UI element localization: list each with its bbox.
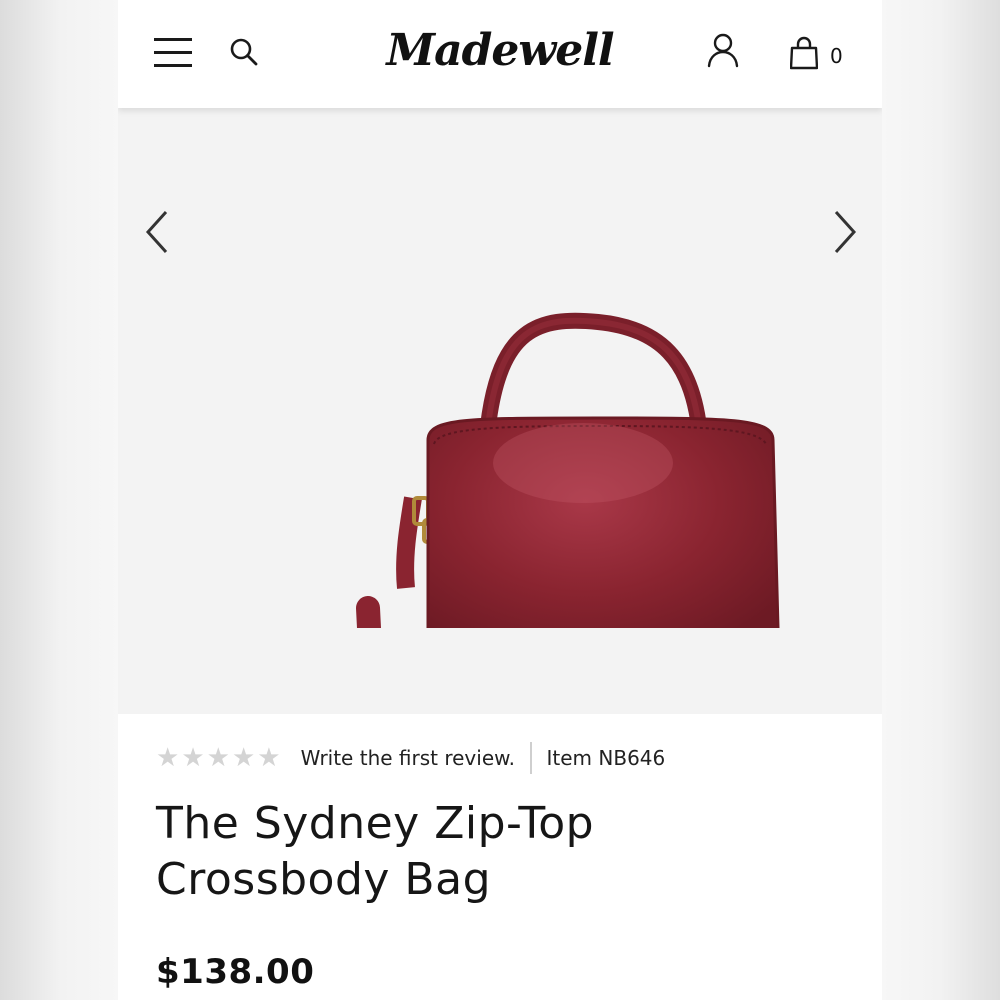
shopping-bag-icon[interactable]: [790, 36, 818, 70]
chevron-left-icon[interactable]: [142, 208, 172, 256]
star-icon: ★: [206, 743, 230, 773]
cart-count: 0: [830, 44, 843, 68]
product-image-carousel[interactable]: [118, 108, 882, 714]
product-page: Madewell 0 ★ ★ ★ ★ ★ Write the first rev…: [118, 0, 882, 1000]
divider: [530, 742, 532, 774]
star-icon: ★: [231, 743, 256, 773]
star-icon: ★: [181, 743, 205, 773]
account-icon[interactable]: [706, 32, 740, 68]
star-icon: ★: [156, 743, 180, 773]
item-number: Item NB646: [546, 746, 666, 770]
product-title: The Sydney Zip-Top Crossbody Bag: [156, 798, 595, 905]
product-image: [356, 312, 798, 628]
product-info: ★ ★ ★ ★ ★ Write the first review. Item N…: [118, 714, 882, 1000]
star-rating: ★ ★ ★ ★ ★: [156, 745, 281, 771]
star-icon: ★: [257, 743, 281, 773]
rating-row: ★ ★ ★ ★ ★ Write the first review. Item N…: [156, 740, 665, 776]
madewell-logo[interactable]: Madewell: [380, 20, 620, 86]
site-header: Madewell 0: [118, 0, 882, 108]
product-price: $138.00: [156, 952, 315, 992]
chevron-right-icon[interactable]: [830, 208, 860, 256]
write-review-link[interactable]: Write the first review.: [301, 746, 515, 770]
search-icon[interactable]: [228, 36, 260, 68]
hamburger-menu-icon[interactable]: [154, 36, 194, 70]
